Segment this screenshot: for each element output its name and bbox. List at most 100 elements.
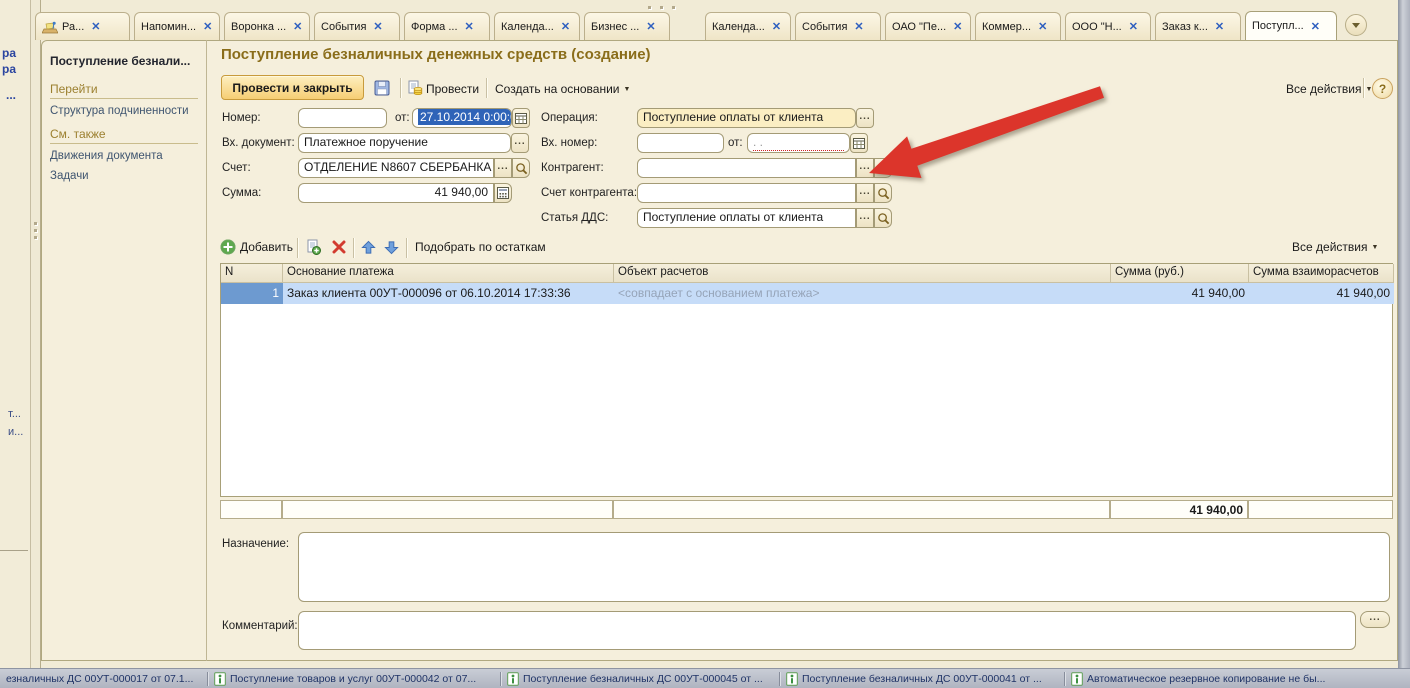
help-button[interactable]: ? xyxy=(1372,78,1393,99)
contractor-account-input[interactable] xyxy=(637,183,856,203)
sidebar-link[interactable]: Задачи xyxy=(50,170,198,182)
move-up-button[interactable] xyxy=(360,239,376,255)
tab-close-icon[interactable]: ✕ xyxy=(1038,20,1047,33)
items-all-actions-button[interactable]: Все действия▼ xyxy=(1292,240,1378,254)
comment-expand-button[interactable]: ... xyxy=(1360,611,1390,628)
contractor-select-button[interactable]: ... xyxy=(856,158,874,178)
contractor-open-button[interactable] xyxy=(874,158,892,178)
magnifier-icon xyxy=(877,187,890,200)
column-header-1[interactable]: N xyxy=(221,264,283,283)
tab-close-icon[interactable]: ✕ xyxy=(772,20,781,33)
tab-close-icon[interactable]: ✕ xyxy=(1311,20,1320,33)
toolbar-separator xyxy=(486,78,487,98)
sidebar-link[interactable]: Структура подчиненности xyxy=(50,105,198,117)
tab-close-icon[interactable]: ✕ xyxy=(646,20,655,33)
incoming-number-label: Вх. номер: xyxy=(541,137,597,149)
tab-close-icon[interactable]: ✕ xyxy=(953,20,962,33)
account-open-button[interactable] xyxy=(512,158,530,178)
dds-article-input[interactable]: Поступление оплаты от клиента xyxy=(637,208,856,228)
contractor-account-open-button[interactable] xyxy=(874,183,892,203)
tab-close-icon[interactable]: ✕ xyxy=(561,20,570,33)
taskbar-item-3[interactable]: Поступление безналичных ДС 00УТ-000045 о… xyxy=(501,669,779,688)
add-row-button[interactable]: Добавить xyxy=(240,240,293,254)
table-footer-cell xyxy=(282,500,613,519)
tab-close-icon[interactable]: ✕ xyxy=(293,20,302,33)
table-row-cell[interactable]: 41 940,00 xyxy=(1111,283,1249,304)
tab-close-icon[interactable]: ✕ xyxy=(465,20,474,33)
column-header-5[interactable]: Сумма взаиморасчетов xyxy=(1249,264,1394,283)
number-input[interactable] xyxy=(298,108,387,128)
date-input[interactable]: 27.10.2014 0:00:00 xyxy=(412,108,512,128)
tab-14[interactable]: Поступл...✕ xyxy=(1245,11,1337,40)
operation-input[interactable]: Поступление оплаты от клиента xyxy=(637,108,856,128)
comment-input[interactable] xyxy=(298,611,1356,650)
table-row-cell[interactable]: Заказ клиента 00УТ-000096 от 06.10.2014 … xyxy=(283,283,614,304)
tab-close-icon[interactable]: ✕ xyxy=(203,20,212,33)
taskbar-item-1[interactable]: езналичных ДС 00УТ-000017 от 07.1... xyxy=(0,669,207,688)
tab-10[interactable]: ОАО "Пе...✕ xyxy=(885,12,971,40)
question-icon: ? xyxy=(1379,82,1386,96)
add-row-button-icon-area[interactable] xyxy=(220,239,236,255)
operation-select-button[interactable]: ... xyxy=(856,108,874,128)
move-down-button[interactable] xyxy=(383,239,399,255)
table-row-cell[interactable]: <совпадает с основанием платежа> xyxy=(614,283,1111,304)
dds-article-select-button[interactable]: ... xyxy=(856,208,874,228)
create-based-on-button[interactable]: Создать на основании▼ xyxy=(495,82,630,96)
incoming-document-input[interactable]: Платежное поручение xyxy=(298,133,511,153)
items-table: NОснование платежаОбъект расчетовСумма (… xyxy=(220,263,1393,497)
account-input[interactable]: ОТДЕЛЕНИЕ N8607 СБЕРБАНКА РОС xyxy=(298,158,494,178)
column-header-2[interactable]: Основание платежа xyxy=(283,264,614,283)
sum-calculator-button[interactable] xyxy=(494,183,512,203)
column-header-4[interactable]: Сумма (руб.) xyxy=(1111,264,1249,283)
dds-article-label: Статья ДДС: xyxy=(541,212,608,224)
tab-close-icon[interactable]: ✕ xyxy=(1215,20,1224,33)
tab-2[interactable]: Напомин...✕ xyxy=(134,12,220,40)
incoming-document-select-button[interactable]: ... xyxy=(511,133,529,153)
comment-label: Комментарий: xyxy=(222,620,298,632)
incoming-date-input[interactable]: . . xyxy=(747,133,850,153)
items-table-footer: 41 940,00 xyxy=(220,500,1393,519)
tab-overflow-button[interactable] xyxy=(1345,14,1367,36)
sidebar-link[interactable]: Движения документа xyxy=(50,150,198,162)
post-button[interactable]: Провести xyxy=(426,82,479,96)
tab-3[interactable]: Воронка ...✕ xyxy=(224,12,310,40)
account-select-button[interactable]: ... xyxy=(494,158,512,178)
tab-9[interactable]: События✕ xyxy=(795,12,881,40)
tab-close-icon[interactable]: ✕ xyxy=(91,20,100,33)
tab-13[interactable]: Заказ к...✕ xyxy=(1155,12,1241,40)
post-button-icon-area[interactable] xyxy=(406,79,423,96)
tab-5[interactable]: Форма ...✕ xyxy=(404,12,490,40)
taskbar-item-4[interactable]: Поступление безналичных ДС 00УТ-000041 о… xyxy=(780,669,1064,688)
date-calendar-button[interactable] xyxy=(512,108,530,128)
chevron-down-icon: ▼ xyxy=(1371,244,1378,251)
save-button[interactable] xyxy=(370,78,394,98)
taskbar-item-2[interactable]: Поступление товаров и услуг 00УТ-000042 … xyxy=(208,669,500,688)
tab-close-icon[interactable]: ✕ xyxy=(373,20,382,33)
pick-by-balance-button[interactable]: Подобрать по остаткам xyxy=(415,240,546,254)
taskbar-item-5[interactable]: Автоматическое резервное копирование не … xyxy=(1065,669,1375,688)
table-row-cell[interactable]: 1 xyxy=(221,283,283,304)
dds-article-open-button[interactable] xyxy=(874,208,892,228)
tab-4[interactable]: События✕ xyxy=(314,12,400,40)
table-row-cell[interactable]: 41 940,00 xyxy=(1249,283,1394,304)
contractor-input[interactable] xyxy=(637,158,856,178)
window-splitter[interactable] xyxy=(30,0,41,668)
incoming-number-input[interactable] xyxy=(637,133,724,153)
sum-input[interactable]: 41 940,00 xyxy=(298,183,494,203)
incoming-date-calendar-button[interactable] xyxy=(850,133,868,153)
tab-6[interactable]: Календа...✕ xyxy=(494,12,580,40)
tab-close-icon[interactable]: ✕ xyxy=(1129,20,1138,33)
tab-11[interactable]: Коммер...✕ xyxy=(975,12,1061,40)
tab-12[interactable]: ООО "Н...✕ xyxy=(1065,12,1151,40)
tab-1[interactable]: Ра...✕ xyxy=(35,12,130,40)
column-header-3[interactable]: Объект расчетов xyxy=(614,264,1111,283)
tab-7[interactable]: Бизнес ...✕ xyxy=(584,12,670,40)
post-and-close-button[interactable]: Провести и закрыть xyxy=(221,75,364,100)
tab-close-icon[interactable]: ✕ xyxy=(854,20,863,33)
contractor-account-select-button[interactable]: ... xyxy=(856,183,874,203)
delete-row-button[interactable] xyxy=(310,239,346,255)
tab-8[interactable]: Календа...✕ xyxy=(705,12,791,40)
doc-all-actions-button[interactable]: Все действия▼ xyxy=(1286,82,1372,96)
purpose-textarea[interactable] xyxy=(298,532,1390,602)
tabbar-grip-icon xyxy=(660,6,663,9)
